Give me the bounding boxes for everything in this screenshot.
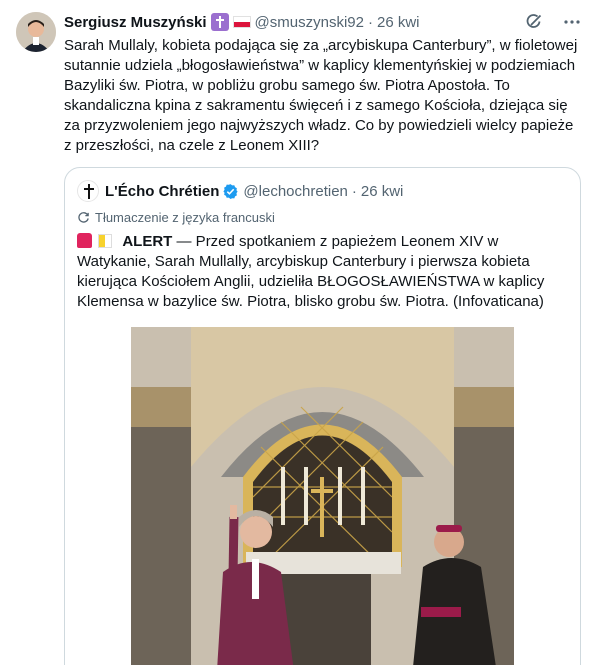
translation-label: Tłumaczenie z języka francuski	[95, 210, 275, 225]
tweet-header: Sergiusz Muszyński @smuszynski92 · 26 kw…	[64, 12, 582, 32]
translate-icon	[78, 212, 89, 223]
quote-photo[interactable]	[131, 327, 514, 665]
author-avatar[interactable]	[16, 12, 56, 52]
quote-header: L'Écho Chrétien @lechochretien · 26 kwi	[77, 180, 403, 202]
quoted-tweet[interactable]: L'Écho Chrétien @lechochretien · 26 kwi …	[64, 167, 581, 665]
quote-text: ALERT — Przed spotkaniem z papieżem Leon…	[77, 232, 572, 312]
separator-dot: ·	[367, 13, 373, 31]
author-handle[interactable]: @smuszynski92	[255, 14, 364, 31]
alert-label: ALERT	[122, 233, 173, 250]
vatican-flag-icon	[98, 234, 113, 248]
verified-icon	[223, 183, 239, 199]
tweet-actions	[524, 12, 582, 32]
tweet-timestamp[interactable]: 26 kwi	[377, 14, 420, 31]
quote-timestamp[interactable]: 26 kwi	[361, 183, 404, 200]
quote-author-avatar[interactable]	[77, 180, 99, 202]
more-icon[interactable]	[562, 12, 582, 32]
tweet-text: Sarah Mullaly, kobieta podająca się za „…	[64, 37, 578, 154]
author-name[interactable]: Sergiusz Muszyński	[64, 14, 207, 31]
quote-author-handle[interactable]: @lechochretien	[243, 183, 347, 200]
poland-flag-icon	[232, 16, 251, 28]
siren-emoji-icon	[77, 233, 92, 248]
grok-icon[interactable]	[524, 12, 544, 32]
tweet[interactable]: Sergiusz Muszyński @smuszynski92 · 26 kw…	[0, 0, 596, 665]
cross-badge-icon	[210, 13, 229, 31]
translation-note[interactable]: Tłumaczenie z języka francuski	[77, 210, 275, 225]
quote-author-name[interactable]: L'Écho Chrétien	[105, 183, 219, 200]
quote-separator-dot: ·	[351, 182, 357, 200]
